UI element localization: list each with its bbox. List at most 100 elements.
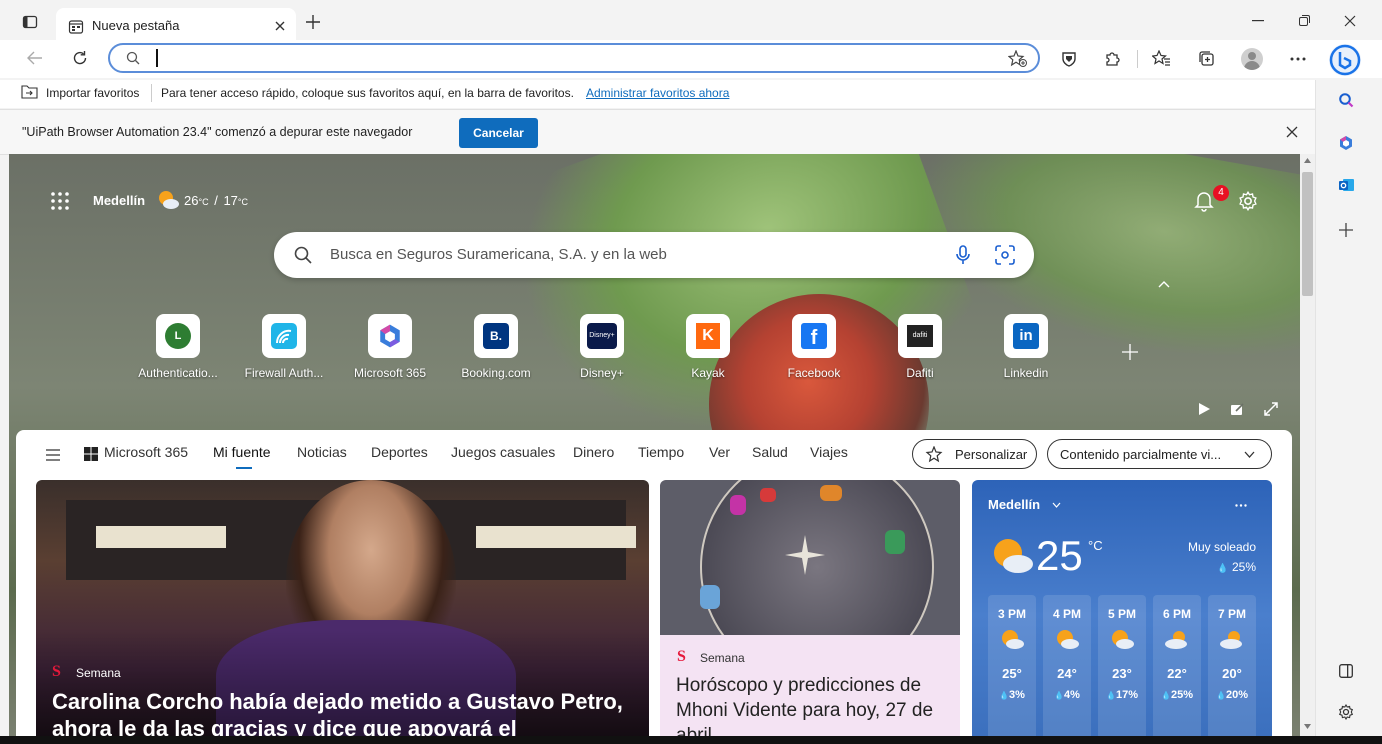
quick-link-tile: dafiti [898, 314, 942, 358]
hour-precip: 💧25% [1153, 689, 1201, 701]
news-card-main[interactable]: S Semana Carolina Corcho había dejado me… [36, 480, 649, 736]
feed-tab-dinero[interactable]: Dinero [573, 444, 614, 460]
address-input[interactable] [160, 48, 984, 70]
more-options-icon[interactable] [1290, 57, 1306, 61]
dafiti-icon: dafiti [907, 325, 933, 347]
quick-link-kayak[interactable]: K Kayak [658, 314, 758, 380]
collapse-chevron-icon[interactable] [1158, 280, 1170, 288]
active-tab-indicator [236, 467, 252, 469]
weather-city[interactable]: Medellín [93, 193, 145, 208]
sidebar-search-icon[interactable] [1338, 92, 1354, 108]
voice-search-icon[interactable] [956, 245, 970, 265]
close-tab-icon[interactable] [274, 20, 286, 32]
booking-icon: B. [483, 323, 509, 349]
web-search-placeholder[interactable]: Busca en Seguros Suramericana, S.A. y en… [330, 246, 667, 263]
web-search-box[interactable]: Busca en Seguros Suramericana, S.A. y en… [274, 232, 1034, 278]
apps-grid-icon[interactable] [50, 191, 70, 211]
quick-link-authentication[interactable]: L Authenticatio... [128, 314, 228, 380]
quick-link-facebook[interactable]: f Facebook [764, 314, 864, 380]
page-settings-icon[interactable] [1238, 191, 1258, 211]
feed-tab-noticias[interactable]: Noticias [297, 444, 347, 460]
card-headline[interactable]: Carolina Corcho había dejado metido a Gu… [52, 688, 632, 736]
feed-tab-salud[interactable]: Salud [752, 444, 788, 460]
weather-card[interactable]: Medellín 25 °C Muy soleado 💧 25% 3 PM 25… [972, 480, 1272, 736]
address-bar[interactable] [108, 43, 1040, 73]
sidebar-settings-icon[interactable] [1338, 704, 1354, 720]
weather-more-icon[interactable] [1235, 504, 1247, 507]
facebook-icon: f [801, 323, 827, 349]
restore-icon[interactable] [1299, 15, 1310, 26]
edit-background-icon[interactable] [1230, 402, 1244, 416]
quick-link-linkedin[interactable]: in Linkedin [976, 314, 1076, 380]
quick-link-dafiti[interactable]: dafiti Dafiti [870, 314, 970, 380]
quick-link-disney[interactable]: Disney+ Disney+ [552, 314, 652, 380]
hour-temp: 22° [1167, 666, 1187, 681]
taskbar-edge [0, 736, 1382, 744]
card-image-nameplate [96, 526, 226, 548]
feed-tab-microsoft-365[interactable]: Microsoft 365 [104, 444, 188, 460]
feed-tab-juegos-casuales[interactable]: Juegos casuales [451, 444, 555, 460]
refresh-icon[interactable] [72, 50, 88, 66]
feed-tab-ver[interactable]: Ver [709, 444, 730, 460]
cancel-debug-button[interactable]: Cancelar [459, 118, 538, 148]
letter-l-icon: L [165, 323, 191, 349]
shield-extension-icon[interactable] [1061, 51, 1077, 67]
search-icon [126, 51, 140, 65]
sidebar-add-icon[interactable] [1339, 223, 1353, 237]
quick-link-booking[interactable]: B. Booking.com [446, 314, 546, 380]
feed-tab-viajes[interactable]: Viajes [810, 444, 848, 460]
sidebar-outlook-icon[interactable] [1338, 177, 1355, 193]
news-card-horoscope[interactable]: S Semana Horóscopo y predicciones de Mho… [660, 480, 960, 736]
back-icon[interactable] [27, 51, 43, 65]
add-quick-link-icon[interactable] [1122, 344, 1138, 360]
temp-unit: °C [198, 197, 209, 207]
sidebar-m365-icon[interactable] [1338, 135, 1354, 151]
hour-temp: 23° [1112, 666, 1132, 681]
extensions-icon[interactable] [1104, 50, 1121, 67]
personalize-button[interactable]: Personalizar [912, 439, 1037, 469]
hide-sidebar-icon[interactable] [1339, 664, 1353, 678]
page-scrollbar[interactable] [1300, 154, 1315, 736]
play-background-icon[interactable] [1198, 403, 1210, 415]
feed-menu-icon[interactable] [46, 449, 60, 461]
bing-copilot-icon[interactable] [1329, 44, 1361, 76]
quick-link-label: Dafiti [906, 366, 934, 380]
feed-tab-deportes[interactable]: Deportes [371, 444, 428, 460]
collections-icon[interactable] [1198, 50, 1215, 67]
sun-cloud-icon [999, 628, 1025, 650]
visual-search-icon[interactable] [995, 245, 1015, 265]
close-window-icon[interactable] [1344, 15, 1356, 27]
hour-precip-value: 17% [1115, 689, 1138, 701]
add-favorite-icon[interactable] [1008, 50, 1028, 68]
quick-link-microsoft-365[interactable]: Microsoft 365 [340, 314, 440, 380]
favorites-icon[interactable] [1152, 50, 1170, 67]
quick-link-tile: Disney+ [580, 314, 624, 358]
close-infobar-icon[interactable] [1286, 126, 1298, 138]
feed-tab-mi-fuente[interactable]: Mi fuente [213, 444, 271, 460]
expand-background-icon[interactable] [1264, 402, 1278, 416]
quick-link-tile: B. [474, 314, 518, 358]
weather-card-city[interactable]: Medellín [988, 497, 1040, 512]
debugging-infobar: "UiPath Browser Automation 23.4" comenzó… [0, 109, 1315, 155]
new-tab-plus-icon[interactable] [306, 15, 320, 29]
notifications-bell-icon[interactable] [1194, 190, 1214, 212]
manage-favorites-link[interactable]: Administrar favoritos ahora [586, 86, 729, 100]
content-visibility-value: Contenido parcialmente vi... [1060, 447, 1222, 462]
card-image-zodiac [660, 480, 960, 635]
content-visibility-select[interactable]: Contenido parcialmente vi... [1047, 439, 1272, 469]
profile-avatar[interactable] [1241, 48, 1263, 70]
quick-link-firewall[interactable]: Firewall Auth... [234, 314, 334, 380]
temp-low: 17 [223, 193, 238, 208]
tab-actions-icon[interactable] [22, 14, 38, 30]
weather-precip: 💧 25% [1217, 560, 1256, 574]
city-chevron-icon[interactable] [1052, 502, 1061, 508]
feed-tab-tiempo[interactable]: Tiempo [638, 444, 684, 460]
scroll-up-icon[interactable] [1304, 158, 1311, 163]
minimize-icon[interactable] [1252, 20, 1264, 22]
quick-link-tile: in [1004, 314, 1048, 358]
card-headline[interactable]: Horóscopo y predicciones de Mhoni Vident… [676, 673, 946, 736]
scroll-thumb[interactable] [1302, 172, 1313, 296]
import-favorites-button[interactable]: Importar favoritos [46, 86, 139, 100]
scroll-down-icon[interactable] [1304, 724, 1311, 729]
personalize-star-icon [925, 446, 943, 463]
